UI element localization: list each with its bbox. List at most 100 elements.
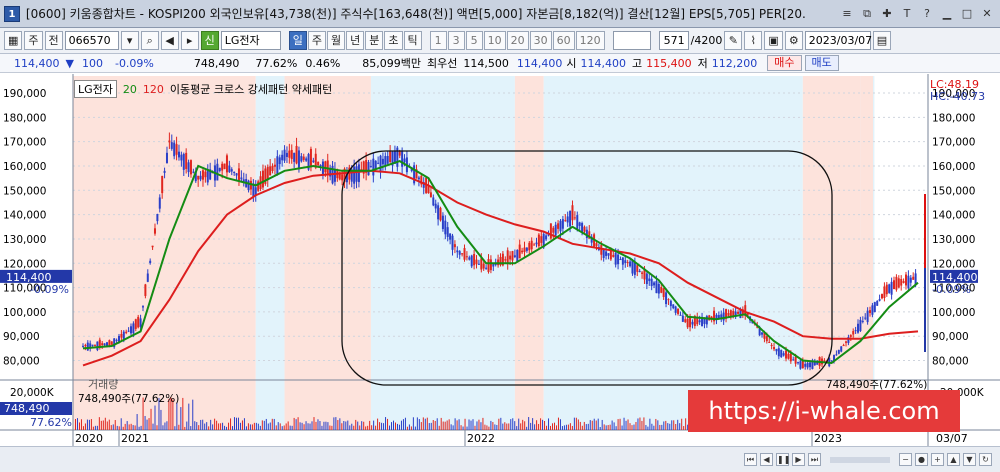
candle-body: [437, 205, 440, 220]
grid-icon[interactable]: ▦: [4, 31, 23, 50]
help-icon[interactable]: ?: [920, 7, 934, 21]
window-number-badge[interactable]: 1: [4, 5, 20, 22]
dropdown-arrow-icon[interactable]: ▾: [120, 31, 139, 50]
period-tab[interactable]: 초: [384, 31, 403, 50]
last-icon[interactable]: ⏭: [808, 453, 821, 466]
candle-body: [765, 336, 768, 342]
candle-body: [845, 341, 848, 343]
period-tab[interactable]: 틱: [403, 31, 422, 50]
candle-body: [117, 335, 120, 342]
zoom-out-icon[interactable]: −: [899, 453, 912, 466]
restore-icon[interactable]: ⧉: [860, 7, 874, 21]
candle-body: [317, 161, 320, 166]
volume-bar: [208, 426, 210, 430]
volume-bar: [307, 423, 309, 430]
refresh-icon[interactable]: ↻: [979, 453, 992, 466]
next-icon[interactable]: ▶: [792, 453, 805, 466]
candle-body: [341, 174, 344, 181]
mode-select[interactable]: 주: [24, 31, 43, 50]
count-input[interactable]: 571: [658, 31, 689, 50]
buy-button[interactable]: 매수: [767, 55, 802, 71]
save-icon[interactable]: ▣: [764, 31, 783, 50]
volume-bar: [126, 421, 128, 430]
stock-name-field[interactable]: LG전자: [220, 31, 281, 50]
candle-body: [86, 342, 89, 351]
candle-body: [773, 347, 776, 350]
volume-bar: [194, 421, 196, 430]
volume-bar: [319, 421, 321, 430]
candle-body: [288, 150, 291, 158]
menu-icon[interactable]: ≡: [840, 7, 854, 21]
calendar-icon[interactable]: ▤: [872, 31, 892, 50]
minimize-icon[interactable]: ▁: [940, 7, 954, 21]
y-tick-label-left: 100,000: [3, 307, 46, 319]
settings-toggle-icon[interactable]: ✎: [724, 31, 743, 50]
volume-bar: [178, 424, 180, 430]
candle-body: [523, 247, 526, 252]
volume-bar: [192, 399, 194, 430]
prev-button[interactable]: 전: [44, 31, 63, 50]
candle-body: [108, 340, 111, 346]
close-icon[interactable]: ✕: [980, 7, 994, 21]
candle-body: [689, 317, 692, 328]
minute-option[interactable]: 60: [552, 31, 575, 50]
minute-option[interactable]: 120: [575, 31, 605, 50]
candle-body: [134, 319, 137, 329]
pause-icon[interactable]: ❚❚: [776, 453, 790, 466]
sell-button[interactable]: 매도: [804, 55, 839, 71]
candle-body: [554, 224, 557, 236]
volume-bar: [398, 424, 400, 430]
minute-option[interactable]: 5: [465, 31, 483, 50]
price-info-row: 114,400 ▼ 100 -0.09% 748,490 77.62% 0.46…: [0, 54, 1000, 73]
collapse-icon[interactable]: ▼: [963, 453, 976, 466]
candle-body: [204, 171, 207, 178]
volume-bar: [611, 420, 613, 430]
period-tab[interactable]: 주: [307, 31, 327, 50]
scroll-slider[interactable]: [830, 456, 890, 463]
first-icon[interactable]: ⏮: [744, 453, 757, 466]
stock-code-input[interactable]: 066570: [64, 31, 119, 50]
indicator-icon[interactable]: ⌇: [744, 31, 763, 50]
date-input[interactable]: 2023/03/07: [804, 31, 872, 50]
pin-icon[interactable]: ✚: [880, 7, 894, 21]
speaker-icon[interactable]: ◀: [160, 31, 179, 50]
minute-option[interactable]: 10: [483, 31, 506, 50]
period-tab[interactable]: 일: [288, 31, 307, 50]
zoom-in-icon[interactable]: +: [931, 453, 944, 466]
volume-bar: [202, 419, 204, 430]
best-ask-value: 114,500: [463, 56, 509, 70]
volume-bar: [134, 425, 136, 430]
minute-option[interactable]: 1: [429, 31, 447, 50]
volume-bar: [285, 423, 287, 430]
volume-bar: [150, 408, 152, 430]
volume-bar: [363, 421, 365, 430]
period-tab[interactable]: 월: [327, 31, 346, 50]
period-tab[interactable]: 년: [346, 31, 365, 50]
candle-body: [273, 164, 276, 167]
volume-bar: [369, 420, 371, 430]
volume-bar: [84, 423, 86, 430]
prev-icon[interactable]: ◀: [760, 453, 773, 466]
minute-option[interactable]: 20: [506, 31, 529, 50]
candle-body: [657, 283, 660, 294]
text-icon[interactable]: T: [900, 7, 914, 21]
volume-bar: [375, 425, 377, 430]
scroll-arrow-icon[interactable]: ▸: [180, 31, 199, 50]
candle-body: [837, 350, 840, 354]
gear-icon[interactable]: ⚙: [784, 31, 803, 50]
volume-bar: [528, 417, 530, 430]
volume-bar: [627, 419, 629, 430]
minute-option[interactable]: 3: [447, 31, 465, 50]
candle-body: [881, 294, 884, 299]
custom-period-input[interactable]: [612, 31, 651, 50]
period-tab[interactable]: 분: [365, 31, 384, 50]
volume-bar: [617, 419, 619, 430]
search-icon[interactable]: ⌕: [140, 31, 159, 50]
maximize-icon[interactable]: □: [960, 7, 974, 21]
minute-option[interactable]: 30: [529, 31, 552, 50]
candle-body: [115, 339, 118, 341]
candle-body: [528, 242, 531, 251]
zoom-reset-icon[interactable]: ●: [915, 453, 928, 466]
candle-body: [82, 345, 84, 347]
expand-icon[interactable]: ▲: [947, 453, 960, 466]
